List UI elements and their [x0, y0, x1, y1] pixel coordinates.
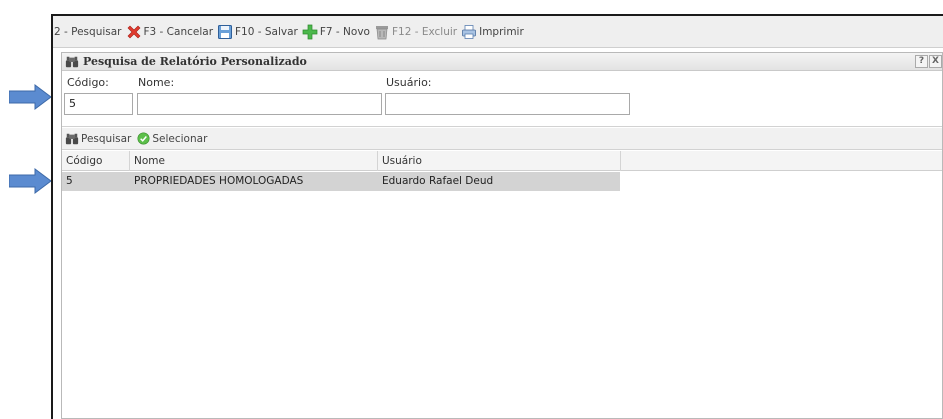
- grid-toolbar: Pesquisar Selecionar: [62, 128, 942, 150]
- usuario-label: Usuário:: [386, 76, 432, 89]
- cancel-x-icon: [127, 25, 140, 38]
- delete-button-label: F12 - Excluir: [391, 25, 458, 38]
- printer-icon: [462, 24, 476, 39]
- table-row[interactable]: 5 PROPRIEDADES HOMOLOGADAS Eduardo Rafae…: [62, 172, 620, 191]
- search-dialog: Pesquisa de Relatório Personalizado ? X …: [61, 52, 943, 419]
- new-button[interactable]: F7 - Novo: [302, 24, 370, 40]
- new-button-label: F7 - Novo: [319, 25, 370, 38]
- filter-panel: Código: Nome: Usuário: 5: [62, 72, 942, 127]
- help-button[interactable]: ?: [915, 55, 928, 68]
- grid-search-button[interactable]: Pesquisar: [65, 132, 131, 146]
- cancel-button[interactable]: F3 - Cancelar: [126, 24, 214, 40]
- cancel-button-label: F3 - Cancelar: [143, 25, 214, 38]
- check-circle-icon: [137, 132, 150, 145]
- search-button[interactable]: 2 - Pesquisar: [54, 26, 122, 38]
- column-header-codigo[interactable]: Código: [62, 151, 130, 171]
- grid-search-label: Pesquisar: [81, 132, 132, 145]
- column-header-nome[interactable]: Nome: [130, 151, 378, 171]
- select-label: Selecionar: [152, 132, 208, 145]
- nome-label: Nome:: [138, 76, 175, 89]
- search-button-label: 2 - Pesquisar: [54, 25, 122, 38]
- codigo-field[interactable]: 5: [64, 93, 133, 115]
- main-toolbar: 2 - Pesquisar F3 - Cancelar F10 - Salvar…: [53, 16, 943, 48]
- grid-header: Código Nome Usuário: [62, 151, 942, 171]
- nome-field[interactable]: [137, 93, 382, 115]
- binoculars-icon: [65, 56, 79, 67]
- print-button-label: Imprimir: [479, 25, 524, 38]
- annotation-arrow-filter: [9, 83, 53, 111]
- app-window: 2 - Pesquisar F3 - Cancelar F10 - Salvar…: [51, 14, 943, 419]
- delete-button[interactable]: F12 - Excluir: [374, 24, 457, 40]
- annotation-arrow-result: [9, 167, 53, 195]
- plus-icon: [302, 24, 318, 39]
- cell-codigo: 5: [66, 175, 73, 187]
- cell-usuario: Eduardo Rafael Deud: [382, 175, 494, 187]
- save-button-label: F10 - Salvar: [235, 25, 298, 38]
- save-button[interactable]: F10 - Salvar: [217, 24, 298, 40]
- dialog-titlebar: Pesquisa de Relatório Personalizado ? X: [62, 53, 942, 71]
- close-button[interactable]: X: [929, 55, 942, 68]
- codigo-label: Código:: [67, 76, 109, 89]
- column-header-usuario[interactable]: Usuário: [378, 151, 621, 171]
- print-button[interactable]: Imprimir: [461, 24, 524, 40]
- usuario-field[interactable]: [385, 93, 630, 115]
- dialog-title: Pesquisa de Relatório Personalizado: [83, 55, 307, 68]
- binoculars-icon: [65, 133, 79, 144]
- cell-nome: PROPRIEDADES HOMOLOGADAS: [134, 175, 304, 187]
- trash-icon: [375, 25, 388, 39]
- select-button[interactable]: Selecionar: [137, 132, 207, 145]
- save-floppy-icon: [218, 24, 233, 39]
- results-grid: Código Nome Usuário 5 PROPRIEDADES HOMOL…: [62, 151, 942, 418]
